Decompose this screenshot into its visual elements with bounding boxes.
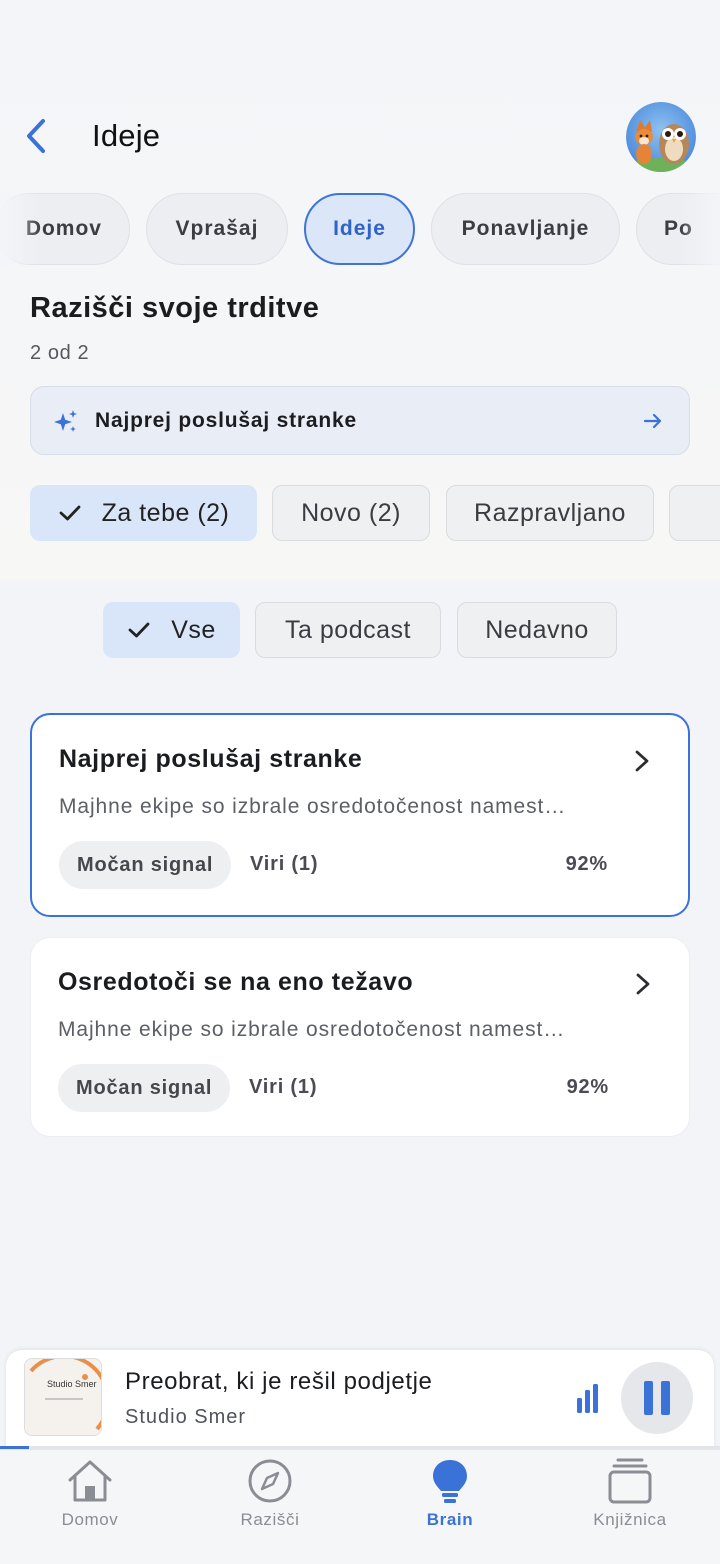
result-count: 2 od 2 bbox=[30, 342, 90, 364]
chevron-right-icon bbox=[635, 750, 649, 772]
chip-label: Za tebe (2) bbox=[101, 498, 230, 527]
card-description: Majhne ekipe so izbrale osredotočenost n… bbox=[59, 795, 567, 818]
check-icon bbox=[128, 622, 150, 638]
chip-label: Razpravljano bbox=[474, 498, 626, 527]
chip-more[interactable] bbox=[669, 485, 720, 541]
confidence-percent: 92% bbox=[565, 853, 608, 875]
suggestion-banner[interactable]: Najprej poslušaj stranke bbox=[30, 386, 690, 455]
tab-fade-right bbox=[680, 192, 720, 266]
chevron-left-icon bbox=[27, 119, 45, 153]
card-title: Osredotoči se na eno težavo bbox=[58, 968, 414, 996]
avatar-illustration bbox=[626, 102, 696, 172]
nav-item-domov[interactable]: Domov bbox=[0, 1456, 180, 1536]
signal-badge: Močan signal bbox=[59, 841, 232, 889]
confidence-percent: 92% bbox=[566, 1076, 609, 1098]
equalizer-icon bbox=[577, 1384, 598, 1413]
header: Ideje bbox=[0, 100, 720, 176]
pause-icon bbox=[644, 1381, 670, 1415]
tab-vprasaj[interactable]: Vprašaj bbox=[146, 193, 288, 265]
back-button[interactable] bbox=[18, 116, 54, 156]
sources-link[interactable]: Viri (1) bbox=[250, 853, 318, 876]
chip-novo[interactable]: Novo (2) bbox=[272, 485, 430, 541]
mini-player[interactable]: Studio Smer Preobrat, ki je rešil podjet… bbox=[6, 1350, 714, 1448]
filter-nedavno[interactable]: Nedavno bbox=[457, 602, 617, 658]
claim-card[interactable]: Najprej poslušaj stranke Majhne ekipe so… bbox=[30, 713, 690, 917]
lightbulb-icon bbox=[433, 1460, 467, 1503]
podcast-name: Studio Smer bbox=[125, 1406, 247, 1428]
nav-item-razisci[interactable]: Razišči bbox=[180, 1456, 360, 1536]
library-icon bbox=[608, 1458, 652, 1504]
signal-badge: Močan signal bbox=[58, 1064, 231, 1112]
avatar[interactable] bbox=[626, 102, 696, 172]
page-title: Ideje bbox=[92, 118, 161, 153]
nav-item-brain[interactable]: Brain bbox=[360, 1456, 540, 1536]
chip-razpravljano[interactable]: Razpravljano bbox=[446, 485, 654, 541]
claim-card[interactable]: Osredotoči se na eno težavo Majhne ekipe… bbox=[30, 937, 690, 1137]
tab-label: Vprašaj bbox=[175, 217, 259, 240]
tab-bar: Domov Vprašaj Ideje Ponavljanje Po bbox=[0, 192, 720, 266]
filter-ta-podcast[interactable]: Ta podcast bbox=[255, 602, 441, 658]
cover-text: Studio Smer bbox=[47, 1379, 97, 1389]
tab-label: Ideje bbox=[333, 217, 386, 240]
episode-title: Preobrat, ki je rešil podjetje bbox=[125, 1368, 433, 1395]
filter-vse[interactable]: Vse bbox=[103, 602, 240, 658]
nav-label: Knjižnica bbox=[593, 1510, 667, 1529]
check-icon bbox=[59, 505, 81, 521]
nav-item-knjiznica[interactable]: Knjižnica bbox=[540, 1456, 720, 1536]
filter-label: Vse bbox=[171, 615, 216, 644]
chevron-right-icon bbox=[636, 973, 650, 995]
tab-ponavljanje[interactable]: Ponavljanje bbox=[431, 193, 620, 265]
cover-art bbox=[25, 1359, 101, 1435]
nav-label: Razišči bbox=[240, 1510, 300, 1529]
home-icon bbox=[68, 1460, 112, 1502]
tab-fade-left bbox=[0, 192, 40, 266]
arrow-right-icon bbox=[643, 413, 662, 429]
sparkle-icon bbox=[54, 410, 77, 432]
sources-link[interactable]: Viri (1) bbox=[249, 1076, 317, 1099]
nav-label: Brain bbox=[426, 1510, 474, 1529]
filter-label: Nedavno bbox=[485, 615, 589, 644]
filter-chips: Vse Ta podcast Nedavno bbox=[0, 602, 720, 658]
bottom-nav: Domov Razišči Brain Knjižnica bbox=[0, 1449, 720, 1564]
chip-za-tebe[interactable]: Za tebe (2) bbox=[30, 485, 257, 541]
filter-label: Ta podcast bbox=[285, 615, 411, 644]
pause-button[interactable] bbox=[621, 1362, 693, 1434]
card-description: Majhne ekipe so izbrale osredotočenost n… bbox=[58, 1018, 566, 1041]
suggestion-label: Najprej poslušaj stranke bbox=[95, 409, 357, 432]
card-title: Najprej poslušaj stranke bbox=[59, 745, 363, 773]
tab-ideje[interactable]: Ideje bbox=[304, 193, 415, 265]
episode-cover: Studio Smer bbox=[24, 1358, 102, 1436]
chip-label: Novo (2) bbox=[301, 498, 401, 527]
section-title: Razišči svoje trditve bbox=[30, 292, 320, 324]
tab-label: Ponavljanje bbox=[461, 217, 590, 240]
category-chips: Za tebe (2) Novo (2) Razpravljano bbox=[0, 485, 720, 543]
nav-label: Domov bbox=[61, 1510, 119, 1529]
compass-icon bbox=[248, 1459, 292, 1503]
